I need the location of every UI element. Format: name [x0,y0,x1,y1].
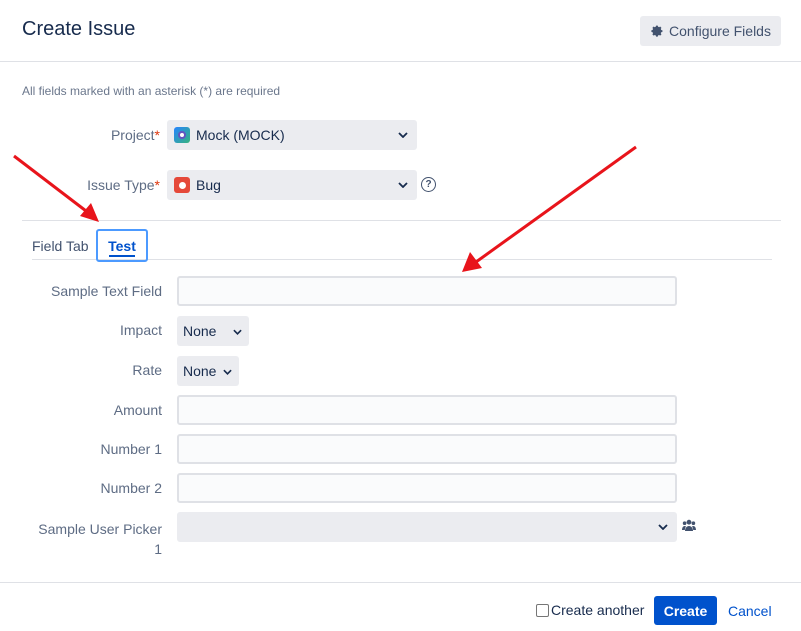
project-value: Mock (MOCK) [196,127,285,143]
create-button[interactable]: Create [654,596,717,625]
impact-select[interactable]: None [177,316,249,346]
sample-user-picker-label-line1: Sample User Picker [38,521,162,537]
project-select[interactable]: Mock (MOCK) [167,120,417,150]
chevron-down-icon [398,132,408,138]
create-another-toggle[interactable]: Create another [536,602,644,618]
amount-label: Amount [113,402,162,418]
footer-divider [0,582,801,583]
rate-select[interactable]: None [177,356,239,386]
project-avatar-icon [174,127,190,143]
tab-test-label: Test [108,237,136,254]
impact-value: None [183,323,217,339]
number-1-label: Number 1 [100,441,162,457]
amount-input[interactable] [177,395,677,425]
users-icon[interactable] [682,519,696,531]
issue-type-value: Bug [196,177,221,193]
create-another-checkbox[interactable] [536,603,549,617]
annotation-arrow-field [462,145,637,272]
cancel-link[interactable]: Cancel [728,603,772,619]
sample-text-field-label: Sample Text Field [50,283,162,299]
impact-label: Impact [119,322,162,338]
required-asterisk: * [154,177,160,193]
chevron-down-icon [223,369,232,375]
help-icon[interactable]: ? [421,177,436,192]
configure-fields-label: Configure Fields [669,23,771,39]
issue-type-select[interactable]: Bug [167,170,417,200]
project-label: Project* [60,127,160,143]
sample-text-field-input[interactable] [177,276,677,306]
chevron-down-icon [233,329,242,335]
number-1-input[interactable] [177,434,677,464]
project-label-text: Project [110,127,155,143]
issue-type-label-text: Issue Type [87,177,155,193]
bug-icon [174,177,190,193]
required-note: All fields marked with an asterisk (*) a… [22,84,281,98]
chevron-down-icon [398,182,408,188]
tab-test[interactable]: Test [96,229,148,262]
create-another-label: Create another [551,602,645,618]
section-divider [22,220,781,221]
dialog-title: Create Issue [22,18,136,40]
gear-icon [651,25,663,37]
number-2-input[interactable] [177,473,677,503]
active-tab-underline [109,255,135,257]
sample-user-picker-label-line2: 1 [154,541,162,557]
tab-field-tab[interactable]: Field Tab [32,238,89,254]
required-asterisk: * [154,127,160,143]
dialog-header: Create Issue Configure Fields [0,0,801,62]
rate-label: Rate [132,362,162,378]
sample-user-picker-label: Sample User Picker 1 [20,519,162,559]
configure-fields-button[interactable]: Configure Fields [640,16,781,46]
sample-user-picker-select[interactable] [177,512,677,542]
rate-value: None [183,363,217,379]
chevron-down-icon [658,524,668,530]
number-2-label: Number 2 [100,480,162,496]
issue-type-label: Issue Type* [60,177,160,193]
